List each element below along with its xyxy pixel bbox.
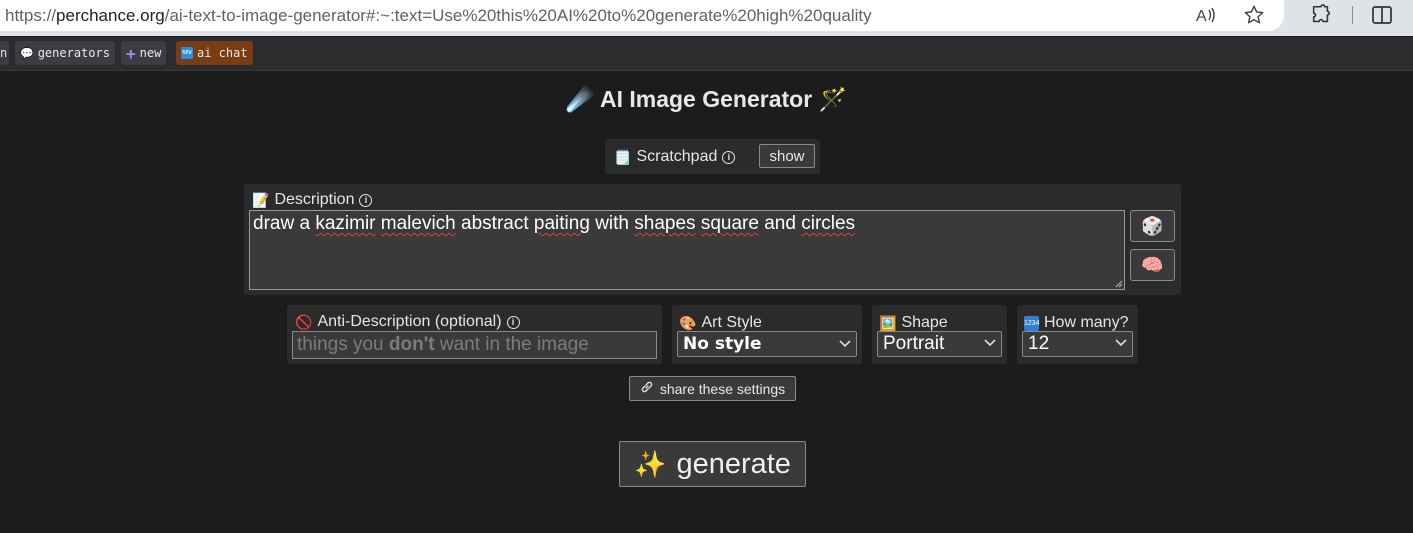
nav-ai-chat-label: ai chat (197, 46, 248, 60)
picture-icon: 🖼️ (879, 314, 897, 331)
address-bar[interactable]: https://perchance.org/ai-text-to-image-g… (0, 0, 1284, 31)
shape-label: Shape (901, 314, 948, 331)
art-style-value: No style (683, 334, 762, 354)
site-top-nav: n 💬 generators + new NEW ai chat (0, 37, 1413, 71)
anti-description-label: Anti-Description (optional) (317, 313, 502, 330)
nav-item-partial[interactable]: n (0, 41, 9, 65)
anti-description-panel: 🚫 Anti-Description (optional) i things y… (287, 305, 662, 364)
shape-select[interactable]: Portrait (877, 331, 1002, 357)
link-icon (640, 380, 654, 397)
shape-value: Portrait (883, 333, 945, 354)
scratchpad-panel: 🗒️ Scratchpad i show (605, 139, 820, 174)
generate-button[interactable]: ✨ generate (619, 441, 806, 487)
plus-icon: + (126, 43, 136, 63)
how-many-value: 12 (1028, 333, 1050, 354)
brain-icon: 🧠 (1141, 254, 1164, 275)
read-aloud-icon[interactable]: A (1193, 2, 1219, 28)
url-path: /ai-text-to-image-generator#:~:text=Use%… (164, 5, 872, 25)
nav-new-label: new (139, 46, 162, 60)
memo-icon: 📝 (252, 191, 270, 208)
description-text: draw a kazimir malevich abstract paiting… (253, 213, 856, 234)
shape-label-row: 🖼️ Shape (879, 314, 948, 332)
scratchpad-label-row: 🗒️ Scratchpad i (614, 148, 736, 166)
description-textarea[interactable]: draw a kazimir malevich abstract paiting… (249, 210, 1125, 290)
magic-wand-icon: 🪄 (818, 86, 848, 112)
scratchpad-label: Scratchpad (636, 148, 718, 165)
nav-generators-button[interactable]: 💬 generators (15, 41, 115, 65)
nav-generators-label: generators (37, 46, 110, 60)
how-many-panel: 1234 How many? 12 (1017, 305, 1138, 364)
how-many-label-row: 1234 How many? (1024, 314, 1128, 332)
comet-icon: ☄️ (565, 86, 595, 112)
numbers-icon: 1234 (1024, 315, 1040, 331)
nav-partial-label: n (0, 46, 8, 60)
extensions-icon[interactable] (1308, 2, 1334, 28)
chevron-down-icon (839, 338, 851, 351)
description-label: Description (274, 191, 355, 208)
dice-icon: 🎲 (1141, 215, 1164, 236)
chevron-down-icon (984, 338, 996, 350)
description-panel: 📝 Description i draw a kazimir malevich … (244, 184, 1181, 295)
url-scheme: https:// (5, 5, 57, 25)
info-icon[interactable]: i (722, 150, 736, 164)
art-style-label-row: 🎨 Art Style (679, 314, 762, 332)
art-style-panel: 🎨 Art Style No style (672, 305, 862, 364)
how-many-label: How many? (1044, 314, 1129, 331)
description-label-row: 📝 Description i (252, 191, 373, 209)
brain-button[interactable]: 🧠 (1130, 249, 1175, 281)
scratchpad-show-button[interactable]: show (759, 144, 815, 168)
anti-description-input[interactable] (292, 331, 657, 359)
sparkles-icon: ✨ (634, 448, 667, 479)
share-settings-label: share these settings (659, 380, 786, 397)
toolbar-divider (1352, 6, 1353, 24)
share-settings-button[interactable]: share these settings (629, 376, 796, 401)
page-title-text: AI Image Generator (599, 86, 813, 112)
page-title: ☄️ AI Image Generator 🪄 (0, 86, 1413, 113)
nav-ai-chat-button[interactable]: NEW ai chat (176, 41, 253, 65)
url-host: perchance.org (56, 5, 165, 25)
new-badge-icon: NEW (181, 47, 193, 59)
randomize-dice-button[interactable]: 🎲 (1130, 210, 1175, 242)
info-icon[interactable]: i (506, 315, 520, 329)
chevron-down-icon (1115, 338, 1127, 350)
anti-label-row: 🚫 Anti-Description (optional) i (295, 313, 520, 331)
palette-icon: 🎨 (679, 314, 697, 331)
prohibited-icon: 🚫 (295, 313, 313, 330)
split-screen-icon[interactable] (1369, 2, 1395, 28)
resize-handle-icon[interactable] (1115, 280, 1123, 288)
browser-toolbar: https://perchance.org/ai-text-to-image-g… (0, 0, 1413, 36)
info-icon[interactable]: i (359, 193, 373, 207)
speech-bubbles-icon: 💬 (20, 46, 34, 60)
notepad-icon: 🗒️ (614, 148, 632, 165)
nav-new-button[interactable]: + new (121, 41, 167, 65)
svg-text:A: A (1196, 8, 1207, 25)
how-many-select[interactable]: 12 (1022, 331, 1133, 357)
art-style-select[interactable]: No style (677, 331, 857, 357)
art-style-label: Art Style (701, 314, 762, 331)
generate-label: generate (676, 447, 791, 480)
favorite-star-icon[interactable] (1241, 2, 1267, 28)
shape-panel: 🖼️ Shape Portrait (872, 305, 1007, 364)
